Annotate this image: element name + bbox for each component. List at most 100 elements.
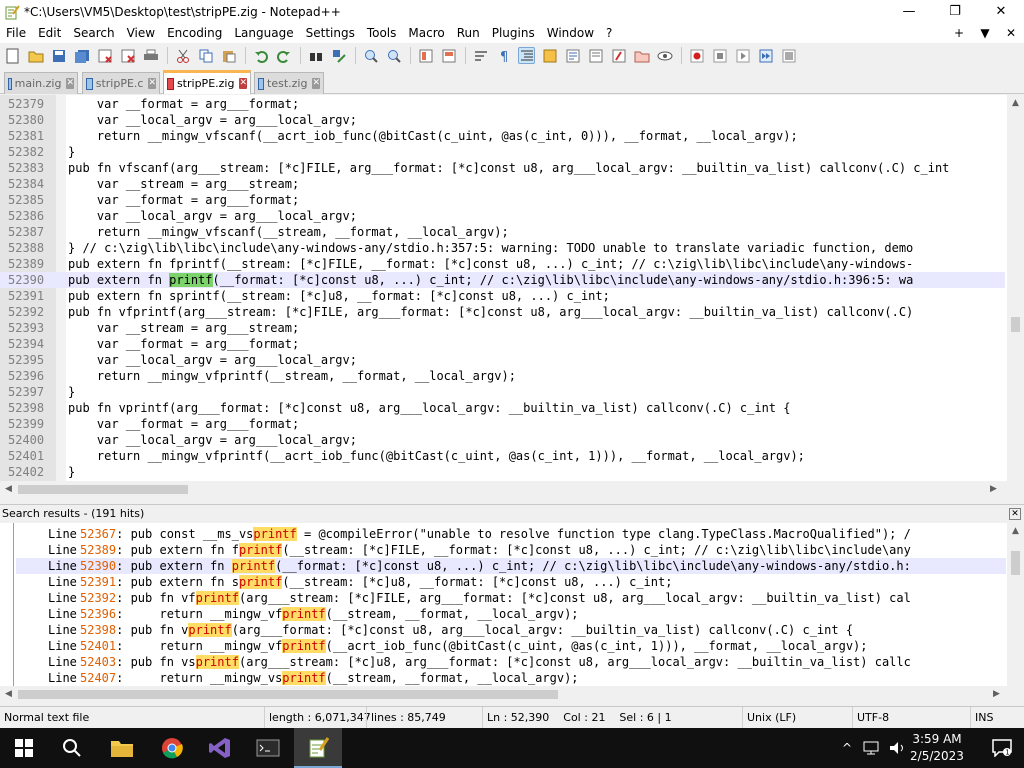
show-all-chars-icon[interactable]: ¶ <box>495 47 512 64</box>
run-macro-multiple-icon[interactable] <box>757 47 774 64</box>
code-line[interactable]: 52402} <box>0 464 1005 480</box>
code-line[interactable]: 52401 return __mingw_vfprintf(__acrt_iob… <box>0 448 1005 464</box>
search-result-row[interactable]: Line 52391: pub extern fn sprintf(__strea… <box>16 574 1006 590</box>
tray-overflow-icon[interactable]: ^ <box>836 741 858 755</box>
code-line[interactable]: 52379 var __format = arg___format; <box>0 96 1005 112</box>
menu-search[interactable]: Search <box>67 23 120 43</box>
code-line[interactable]: 52392 pub fn vfprintf(arg___stream: [*c]F… <box>0 304 1005 320</box>
menu-macro[interactable]: Macro <box>402 23 450 43</box>
menu-help[interactable]: ? <box>600 23 618 43</box>
taskbar-notepadpp[interactable] <box>294 728 342 768</box>
code-line[interactable]: 52387 return __mingw_vfscanf(__stream, _… <box>0 224 1005 240</box>
menu-language[interactable]: Language <box>228 23 299 43</box>
indent-guide-icon[interactable] <box>518 47 535 64</box>
stop-macro-icon[interactable] <box>711 47 728 64</box>
tab-list-button[interactable]: ▼ <box>972 26 998 40</box>
tab-close-icon[interactable]: ✕ <box>66 78 74 89</box>
search-result-row[interactable]: Line 52367: pub const __ms_vsprintf = @co… <box>16 526 1006 542</box>
new-file-icon[interactable] <box>4 47 21 64</box>
redo-icon[interactable] <box>275 47 292 64</box>
code-area[interactable]: 52379 var __format = arg___format; 52380 … <box>0 96 1005 480</box>
menu-edit[interactable]: Edit <box>32 23 67 43</box>
tab-close-icon[interactable]: ✕ <box>148 78 156 89</box>
code-line[interactable]: 52398 pub fn vprintf(arg___format: [*c]co… <box>0 400 1005 416</box>
tab-strippe-zig[interactable]: stripPE.zig ✕ <box>163 70 251 94</box>
open-file-icon[interactable] <box>27 47 44 64</box>
menu-plugins[interactable]: Plugins <box>486 23 541 43</box>
code-line[interactable]: 52382} <box>0 144 1005 160</box>
paste-icon[interactable] <box>220 47 237 64</box>
menu-run[interactable]: Run <box>451 23 486 43</box>
save-macro-icon[interactable] <box>780 47 797 64</box>
record-macro-icon[interactable] <box>688 47 705 64</box>
editor[interactable]: 52379 var __format = arg___format; 52380 … <box>0 95 1024 481</box>
scroll-up-arrow[interactable]: ▲ <box>1007 95 1024 112</box>
search-results-panel[interactable]: Line 52367: pub const __ms_vsprintf = @co… <box>0 523 1024 703</box>
taskbar-clock[interactable]: 3:59 AM 2/5/2023 <box>904 731 970 765</box>
close-file-icon[interactable] <box>96 47 113 64</box>
code-line[interactable]: 52386 var __local_argv = arg___local_arg… <box>0 208 1005 224</box>
scroll-thumb[interactable] <box>18 485 188 494</box>
scroll-thumb[interactable] <box>1011 317 1020 332</box>
search-button[interactable] <box>48 728 96 768</box>
code-line[interactable]: 52394 var __format = arg___format; <box>0 336 1005 352</box>
menu-tools[interactable]: Tools <box>361 23 403 43</box>
taskbar-visual-studio[interactable] <box>196 728 244 768</box>
notification-center[interactable]: 1 <box>980 728 1024 768</box>
scroll-thumb[interactable] <box>18 690 558 699</box>
code-line[interactable]: 52399 var __format = arg___format; <box>0 416 1005 432</box>
search-result-row[interactable]: Line 52398: pub fn vprintf(arg___format: … <box>16 622 1006 638</box>
results-horizontal-scrollbar[interactable]: ◀ ▶ <box>0 686 1024 703</box>
scroll-left-arrow[interactable]: ◀ <box>0 481 17 498</box>
code-line[interactable]: 52380 var __local_argv = arg___local_arg… <box>0 112 1005 128</box>
sync-vertical-icon[interactable] <box>417 47 434 64</box>
search-result-row[interactable]: Line 52401: return __mingw_vfprintf(__acr… <box>16 638 1006 654</box>
menu-window[interactable]: Window <box>541 23 600 43</box>
menu-encoding[interactable]: Encoding <box>161 23 228 43</box>
zoom-in-icon[interactable] <box>362 47 379 64</box>
tab-strippe-c[interactable]: stripPE.c ✕ <box>82 72 160 94</box>
search-results-close-icon[interactable]: ✕ <box>1009 508 1021 520</box>
doc-list-icon[interactable] <box>587 47 604 64</box>
cut-icon[interactable] <box>174 47 191 64</box>
folder-workspace-icon[interactable] <box>633 47 650 64</box>
word-wrap-icon[interactable] <box>472 47 489 64</box>
close-document-button[interactable]: ✕ <box>998 26 1024 40</box>
start-button[interactable] <box>0 728 48 768</box>
code-line[interactable]: 52391 pub extern fn sprintf(__stream: [*c… <box>0 288 1005 304</box>
maximize-button[interactable]: ❐ <box>932 0 978 23</box>
search-result-row[interactable]: Line 52389: pub extern fn fprintf(__strea… <box>16 542 1006 558</box>
sync-horizontal-icon[interactable] <box>440 47 457 64</box>
code-line[interactable]: 52400 var __local_argv = arg___local_arg… <box>0 432 1005 448</box>
search-result-row[interactable]: Line 52396: return __mingw_vfprintf(__str… <box>16 606 1006 622</box>
tab-close-icon[interactable]: ✕ <box>239 78 247 89</box>
new-tab-button[interactable]: + <box>946 26 972 40</box>
network-icon[interactable] <box>862 740 882 756</box>
print-icon[interactable] <box>142 47 159 64</box>
play-macro-icon[interactable] <box>734 47 751 64</box>
code-line[interactable]: 52384 var __stream = arg___stream; <box>0 176 1005 192</box>
undo-icon[interactable] <box>252 47 269 64</box>
code-line[interactable]: 52388} // c:\zig\lib\libc\include\any-wi… <box>0 240 1005 256</box>
search-result-row[interactable]: Line 52390: pub extern fn printf(__format… <box>16 558 1006 574</box>
minimize-button[interactable]: — <box>886 0 932 23</box>
close-all-icon[interactable] <box>119 47 136 64</box>
code-line[interactable]: 52393 var __stream = arg___stream; <box>0 320 1005 336</box>
editor-vertical-scrollbar[interactable]: ▲ <box>1007 95 1024 481</box>
code-line-current[interactable]: 52390 pub extern fn printf(__format: [*c]… <box>0 272 1005 288</box>
find-icon[interactable] <box>307 47 324 64</box>
save-icon[interactable] <box>50 47 67 64</box>
taskbar-file-explorer[interactable] <box>98 728 146 768</box>
replace-icon[interactable] <box>330 47 347 64</box>
save-all-icon[interactable] <box>73 47 90 64</box>
monitoring-icon[interactable] <box>656 47 673 64</box>
scroll-right-arrow[interactable]: ▶ <box>985 481 1002 498</box>
search-result-row[interactable]: Line 52392: pub fn vfprintf(arg___stream:… <box>16 590 1006 606</box>
close-button[interactable]: ✕ <box>978 0 1024 23</box>
taskbar-chrome[interactable] <box>148 728 196 768</box>
code-line[interactable]: 52385 var __format = arg___format; <box>0 192 1005 208</box>
editor-horizontal-scrollbar[interactable]: ◀ ▶ <box>0 481 1024 498</box>
function-list-icon[interactable] <box>610 47 627 64</box>
scroll-right-arrow[interactable]: ▶ <box>988 686 1005 703</box>
user-lang-icon[interactable] <box>541 47 558 64</box>
